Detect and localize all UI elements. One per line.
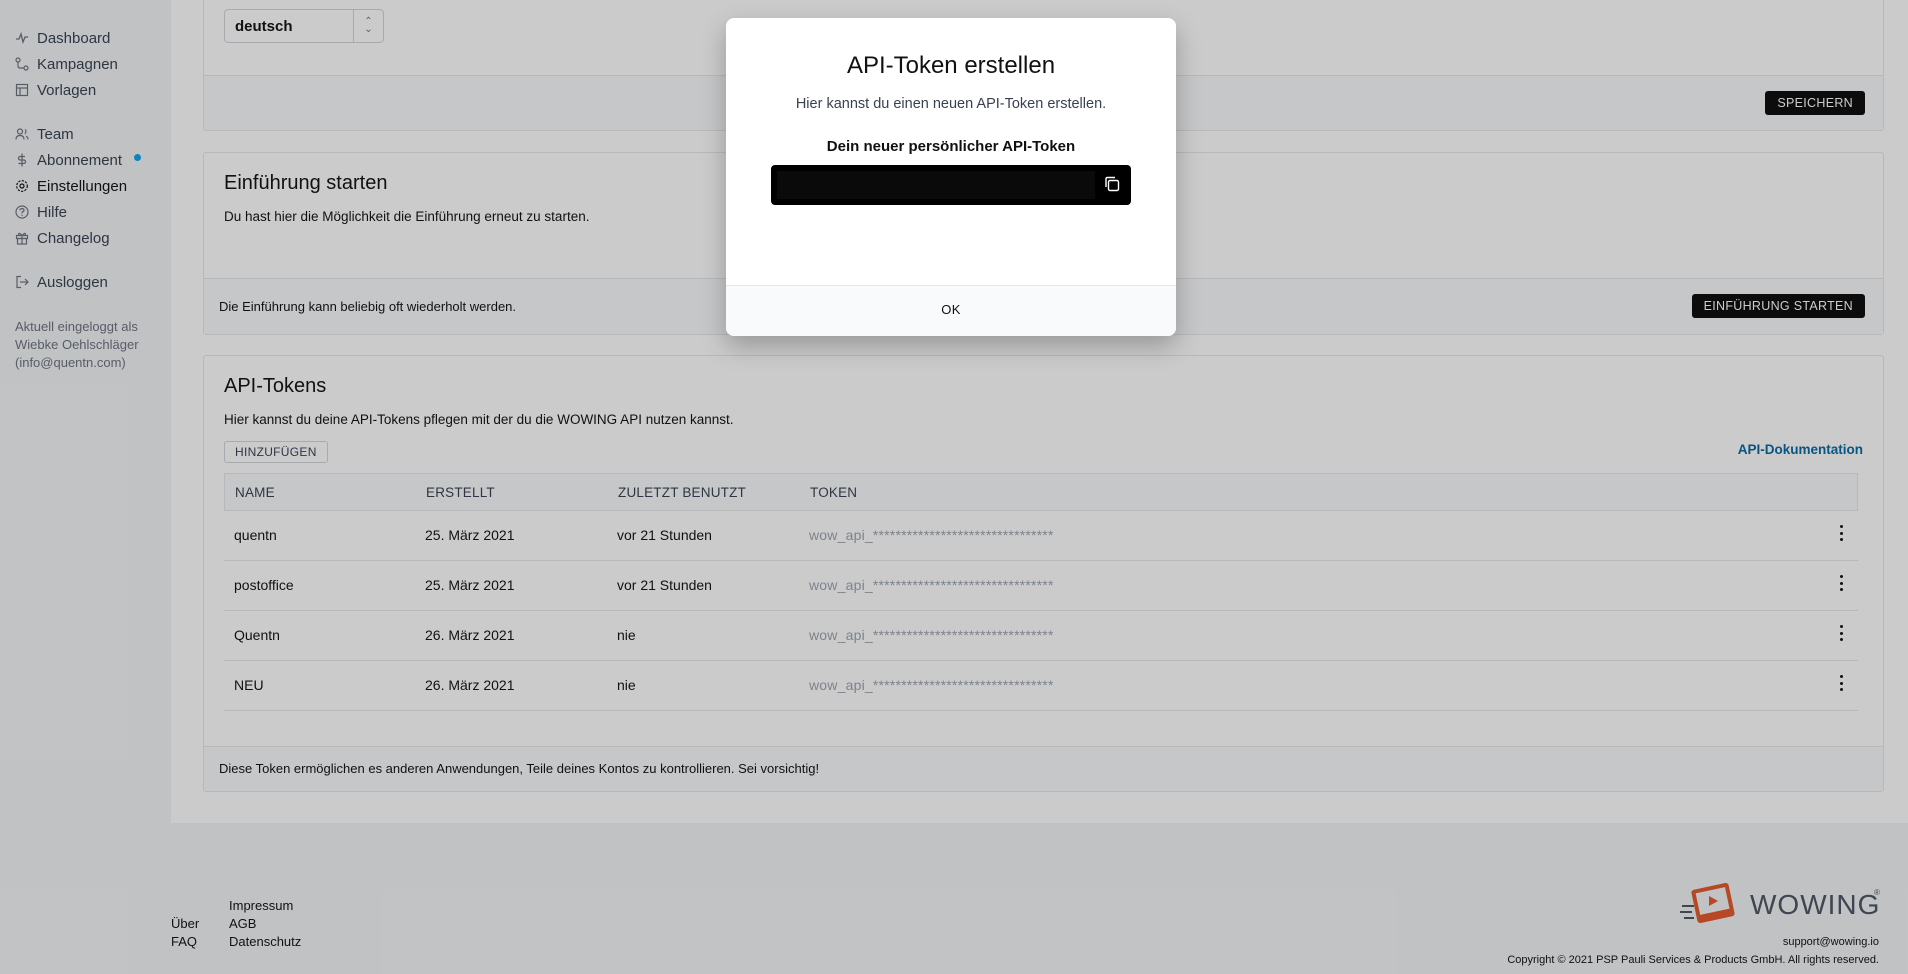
token-input[interactable] (777, 171, 1095, 199)
modal-footer: OK (726, 285, 1176, 336)
create-token-modal: API-Token erstellen Hier kannst du einen… (726, 18, 1176, 336)
modal-subtitle: Hier kannst du einen neuen API-Token ers… (795, 96, 1107, 112)
token-label: Dein neuer persönlicher API-Token (826, 138, 1076, 155)
ok-button[interactable]: OK (726, 302, 1176, 317)
token-field (771, 165, 1131, 205)
copy-icon[interactable] (1103, 175, 1121, 195)
modal-title: API-Token erstellen (846, 52, 1056, 79)
